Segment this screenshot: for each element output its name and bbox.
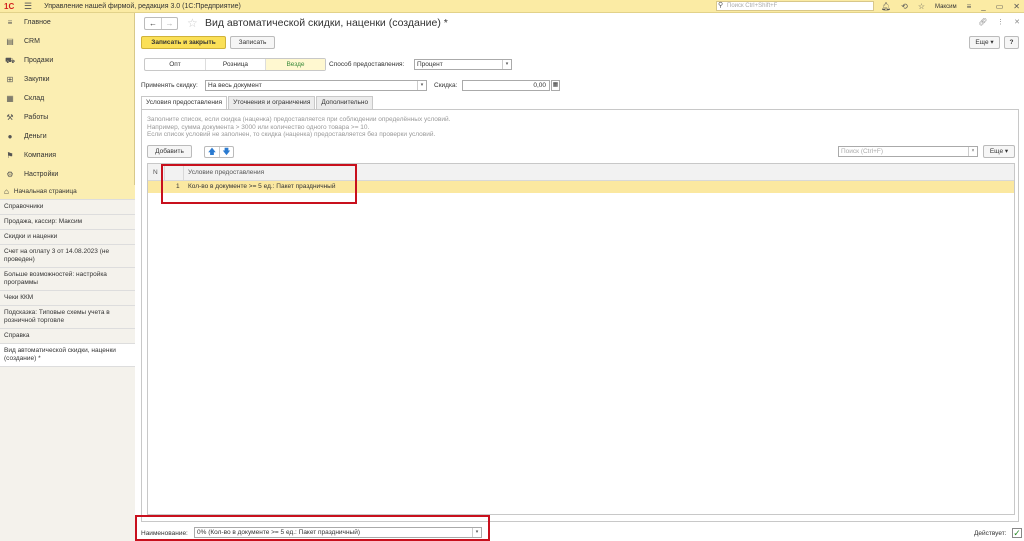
link-icon[interactable]: 🔗︎ bbox=[978, 18, 987, 26]
discount-input[interactable]: 0,00 bbox=[462, 80, 550, 91]
section-panel: ≡ Главное ▤ CRM ⛟ Продажи ⊞ Закупки ▦ Склад ⚒… bbox=[0, 13, 134, 184]
company-icon: ⚑ bbox=[6, 151, 14, 160]
app-logo: 1С bbox=[4, 1, 15, 11]
crm-icon: ▤ bbox=[6, 37, 14, 46]
open-item[interactable]: Больше возможностей: настройка программы bbox=[0, 268, 135, 291]
app-title: Управление нашей фирмой, редакция 3.0 (1… bbox=[44, 2, 241, 10]
back-arrow-icon[interactable]: ← bbox=[145, 18, 161, 29]
settings-menu-icon[interactable]: ≡ bbox=[967, 2, 972, 11]
apply-label: Применять скидку: bbox=[141, 82, 198, 89]
open-item[interactable]: Справочники bbox=[0, 200, 135, 215]
sidebar-item-crm[interactable]: ▤ CRM bbox=[0, 32, 134, 51]
sidebar-item-purchases[interactable]: ⊞ Закупки bbox=[0, 70, 134, 89]
sidebar-item-settings[interactable]: ⚙ Настройки bbox=[0, 165, 134, 184]
apply-select[interactable]: На весь документ ▾ bbox=[205, 80, 427, 91]
nav-buttons: ← → bbox=[144, 17, 178, 30]
sidebar-item-warehouse[interactable]: ▦ Склад bbox=[0, 89, 134, 108]
open-item[interactable]: Подсказка: Типовые схемы учета в розничн… bbox=[0, 306, 135, 329]
method-label: Способ предоставления: bbox=[329, 61, 405, 68]
money-icon: ● bbox=[7, 132, 13, 141]
works-icon: ⚒ bbox=[6, 113, 14, 122]
sidebar: ≡ Главное ▤ CRM ⛟ Продажи ⊞ Закупки ▦ Склад ⚒… bbox=[0, 13, 135, 541]
help-button[interactable]: ? bbox=[1004, 36, 1019, 49]
open-item[interactable]: Чеки ККМ bbox=[0, 291, 135, 306]
arrow-down-icon[interactable]: 🡇︎ bbox=[219, 147, 233, 157]
history-icon[interactable]: ⟲ bbox=[901, 2, 908, 11]
forward-arrow-icon[interactable]: → bbox=[161, 18, 177, 29]
open-item[interactable]: Счет на оплату 3 от 14.08.2023 (не прове… bbox=[0, 245, 135, 268]
user-name[interactable]: Максим bbox=[935, 4, 957, 10]
sidebar-item-sales[interactable]: ⛟ Продажи bbox=[0, 51, 134, 70]
menu-icon: ≡ bbox=[7, 18, 13, 27]
main-menu-icon[interactable]: ☰ bbox=[24, 1, 32, 12]
active-checkbox[interactable]: ✓ bbox=[1012, 528, 1022, 538]
form-area: ← → ☆ Вид автоматической скидки, наценки… bbox=[136, 13, 1024, 541]
dropdown-icon[interactable]: ▾ bbox=[417, 81, 426, 90]
form-title: Вид автоматической скидки, наценки (созд… bbox=[205, 17, 448, 29]
mode-everywhere[interactable]: Везде bbox=[265, 59, 325, 70]
highlight-frame bbox=[161, 164, 357, 204]
hint-text: Заполните список, если скидка (наценка) … bbox=[147, 116, 451, 138]
active-label: Действует: bbox=[974, 530, 1007, 537]
restore-icon[interactable]: ▭ bbox=[996, 2, 1004, 11]
open-windows-list: ⌂ Начальная страница Справочники Продажа,… bbox=[0, 185, 135, 541]
move-buttons: 🡅︎ 🡇︎ bbox=[204, 146, 234, 158]
mode-retail[interactable]: Розница bbox=[205, 59, 265, 70]
home-page-link[interactable]: ⌂ Начальная страница bbox=[0, 185, 135, 200]
close-icon[interactable]: ✕ bbox=[1013, 2, 1020, 11]
star-icon[interactable]: ☆ bbox=[918, 2, 925, 11]
favorite-star-icon[interactable]: ☆ bbox=[187, 16, 198, 30]
sidebar-item-money[interactable]: ● Деньги bbox=[0, 127, 134, 146]
conditions-table: N Условие предоставления 1 Кол-во в доку… bbox=[147, 163, 1015, 515]
grid-more-button[interactable]: Еще ▾ bbox=[983, 145, 1015, 158]
save-and-close-button[interactable]: Записать и закрыть bbox=[141, 36, 226, 49]
sales-icon: ⛟ bbox=[5, 55, 16, 65]
more-button[interactable]: Еще ▾ bbox=[969, 36, 1000, 49]
sidebar-item-works[interactable]: ⚒ Работы bbox=[0, 108, 134, 127]
highlight-frame bbox=[135, 515, 490, 541]
form-window-actions: 🔗︎ ⋮ ✕ bbox=[978, 18, 1020, 26]
open-item[interactable]: Скидки и наценки bbox=[0, 230, 135, 245]
header-n[interactable]: N bbox=[153, 169, 158, 176]
purchases-icon: ⊞ bbox=[6, 75, 14, 84]
close-form-icon[interactable]: ✕ bbox=[1014, 18, 1020, 26]
discount-label: Скидка: bbox=[434, 82, 458, 89]
global-search-input[interactable]: ⚲ Поиск Ctrl+Shift+F bbox=[716, 1, 874, 11]
minimize-icon[interactable]: _ bbox=[981, 2, 985, 11]
tab-restrictions[interactable]: Уточнения и ограничения bbox=[228, 96, 316, 109]
settings-icon: ⚙ bbox=[6, 170, 14, 179]
sidebar-item-company[interactable]: ⚑ Компания bbox=[0, 146, 134, 165]
method-select[interactable]: Процент ▾ bbox=[414, 59, 512, 70]
sidebar-item-main[interactable]: ≡ Главное bbox=[0, 13, 134, 32]
tab-additional[interactable]: Дополнительно bbox=[316, 96, 374, 109]
dropdown-icon[interactable]: ▾ bbox=[502, 60, 511, 69]
tab-bar: Условия предоставления Уточнения и огран… bbox=[141, 96, 374, 109]
mode-switch: Опт Розница Везде bbox=[144, 58, 326, 71]
open-item-current[interactable]: Вид автоматической скидки, наценки (созд… bbox=[0, 344, 135, 367]
arrow-up-icon[interactable]: 🡅︎ bbox=[205, 147, 219, 157]
warehouse-icon: ▦ bbox=[6, 94, 14, 103]
clear-icon[interactable]: × bbox=[968, 147, 977, 156]
open-item[interactable]: Справка bbox=[0, 329, 135, 344]
more-vertical-icon[interactable]: ⋮ bbox=[997, 18, 1004, 26]
bell-icon[interactable]: 🔔︎ bbox=[881, 2, 891, 11]
add-button[interactable]: Добавить bbox=[147, 145, 192, 158]
home-icon: ⌂ bbox=[4, 187, 9, 196]
mode-wholesale[interactable]: Опт bbox=[145, 59, 205, 70]
title-bar: 1С ☰ Управление нашей фирмой, редакция 3… bbox=[0, 0, 1024, 13]
tab-conditions[interactable]: Условия предоставления bbox=[141, 96, 228, 109]
titlebar-actions: 🔔︎ ⟲ ☆ Максим ≡ _ ▭ ✕ bbox=[881, 0, 1020, 13]
search-icon: ⚲ bbox=[718, 2, 724, 9]
save-button[interactable]: Записать bbox=[230, 36, 275, 49]
calculator-icon[interactable]: ▦ bbox=[551, 80, 560, 91]
open-item[interactable]: Продажа, кассир: Максим bbox=[0, 215, 135, 230]
grid-search-input[interactable]: Поиск (Ctrl+F) × bbox=[838, 146, 978, 157]
